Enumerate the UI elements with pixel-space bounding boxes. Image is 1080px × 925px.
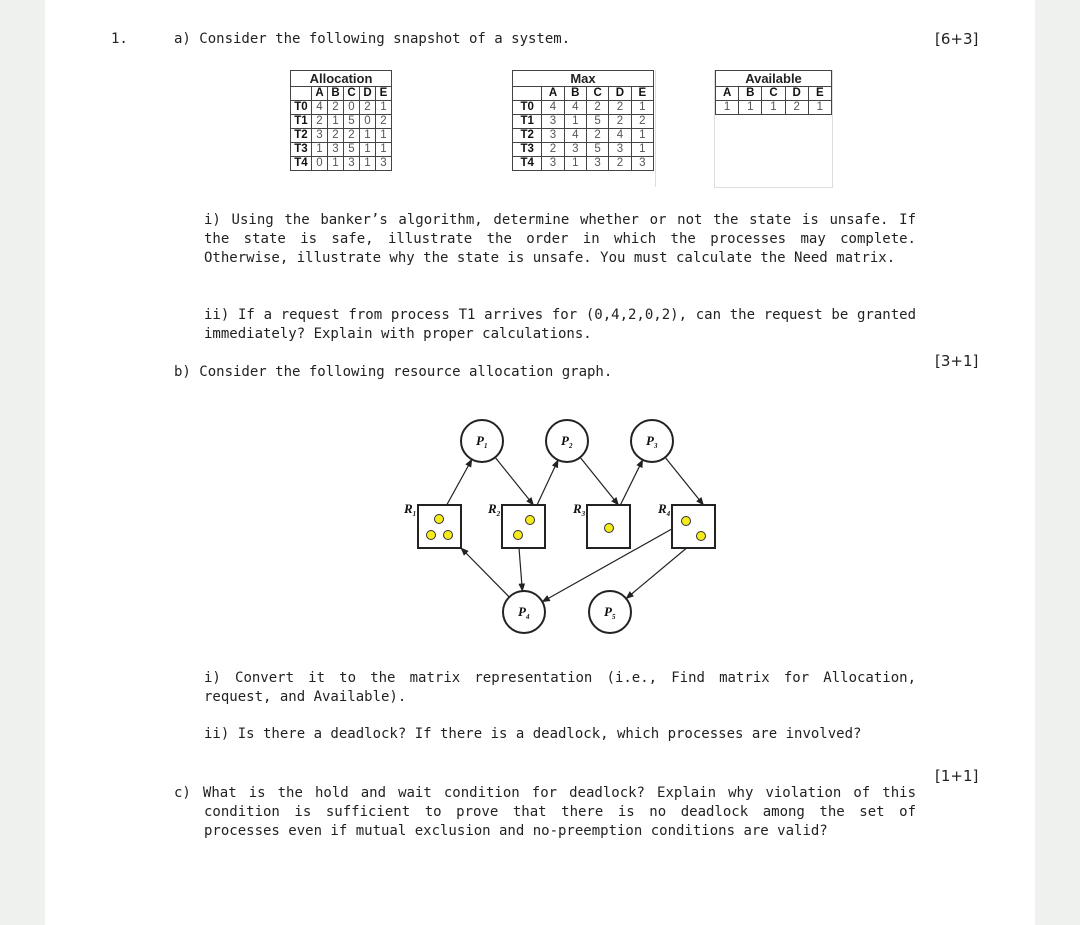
part-b-sub-ii: ii) Is there a deadlock? If there is a d… <box>204 726 862 742</box>
edge-p2-r3 <box>579 456 620 506</box>
resource-node-r2 <box>501 504 546 549</box>
resource-instance-dot <box>681 516 691 526</box>
resource-instance-dot <box>696 531 706 541</box>
resource-instance-dot <box>434 514 444 524</box>
resource-instance-dot <box>513 530 523 540</box>
part-b-sub-i: i) Convert it to the matrix representati… <box>204 670 916 705</box>
resource-node-r4 <box>671 504 716 549</box>
part-c-marks: [1+1] <box>935 767 979 785</box>
edge-p4-r1 <box>460 547 510 598</box>
resource-instance-dot <box>525 515 535 525</box>
resource-instance-dot <box>443 530 453 540</box>
resource-label-r2: R2 <box>487 501 501 518</box>
edge-p1-r2 <box>494 456 535 506</box>
part-c-text: c) What is the hold and wait condition f… <box>174 785 916 839</box>
resource-label-r1: R1 <box>403 501 416 518</box>
resource-label-r4: R4 <box>657 501 671 518</box>
resource-instance-dot <box>426 530 436 540</box>
resource-label-r3: R3 <box>572 501 586 518</box>
resource-instance-dot <box>604 523 614 533</box>
edge-p3-r4 <box>664 456 705 506</box>
resource-node-r1 <box>417 504 462 549</box>
